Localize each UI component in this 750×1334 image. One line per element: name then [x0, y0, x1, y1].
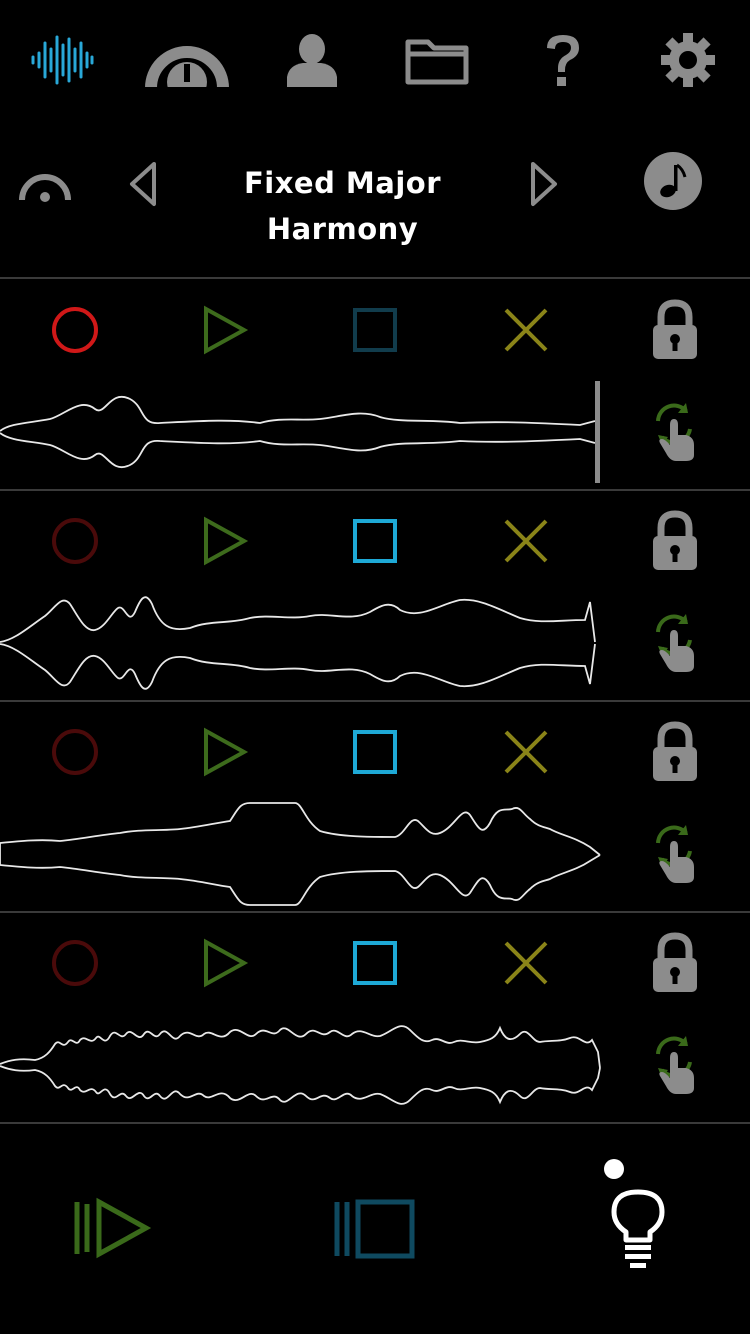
- play-icon: [204, 938, 249, 988]
- clear-button[interactable]: [486, 299, 566, 361]
- user-icon: [287, 34, 337, 87]
- stop-button[interactable]: [335, 510, 415, 572]
- clear-button[interactable]: [486, 510, 566, 572]
- track-1: [0, 279, 750, 489]
- play-button[interactable]: [185, 721, 265, 783]
- touch-rotate-icon: [656, 614, 694, 672]
- lightbulb-icon: [611, 1189, 665, 1268]
- music-note-button[interactable]: [643, 151, 703, 211]
- prev-preset-button[interactable]: [124, 160, 164, 210]
- stop-button[interactable]: [335, 721, 415, 783]
- lock-icon: [653, 299, 697, 359]
- touch-loop-button[interactable]: [648, 610, 704, 674]
- play-icon: [204, 727, 249, 777]
- waveform: [0, 1025, 601, 1105]
- waveform-button[interactable]: [17, 20, 107, 100]
- track-3: [0, 701, 750, 911]
- touch-loop-button[interactable]: [648, 1032, 704, 1096]
- lock-icon: [653, 932, 697, 992]
- waveform: [0, 802, 601, 906]
- touch-loop-button[interactable]: [648, 821, 704, 885]
- record-button[interactable]: [35, 510, 115, 572]
- metronome-icon: [19, 174, 71, 202]
- record-icon: [52, 729, 98, 775]
- stop-button[interactable]: [335, 299, 415, 361]
- track-4: [0, 912, 750, 1122]
- metronome-button[interactable]: [18, 164, 72, 204]
- stop-icon: [353, 941, 397, 985]
- play-button[interactable]: [185, 510, 265, 572]
- play-icon: [204, 305, 249, 355]
- lock-button[interactable]: [645, 721, 705, 785]
- record-button[interactable]: [35, 932, 115, 994]
- indicator-dot: [604, 1159, 624, 1179]
- waveform: [0, 381, 600, 483]
- waveform: [0, 596, 596, 690]
- clear-button[interactable]: [486, 932, 566, 994]
- settings-button[interactable]: [643, 20, 733, 100]
- lock-icon: [653, 510, 697, 570]
- close-icon: [504, 308, 548, 352]
- touch-loop-button[interactable]: [648, 399, 704, 463]
- music-note-icon: [644, 152, 702, 210]
- close-icon: [504, 730, 548, 774]
- next-preset-button[interactable]: [523, 160, 563, 210]
- stop-all-button[interactable]: [333, 1198, 417, 1260]
- top-toolbar: [0, 0, 750, 120]
- clear-button[interactable]: [486, 721, 566, 783]
- lock-button[interactable]: [645, 932, 705, 996]
- folder-button[interactable]: [392, 20, 482, 100]
- user-button[interactable]: [267, 20, 357, 100]
- waveform-icon: [31, 35, 94, 85]
- track-2: [0, 490, 750, 700]
- record-icon: [52, 307, 98, 353]
- close-icon: [504, 941, 548, 985]
- play-all-icon: [74, 1197, 152, 1259]
- touch-rotate-icon: [656, 1036, 694, 1094]
- record-icon: [52, 518, 98, 564]
- stop-icon: [353, 519, 397, 563]
- gear-icon: [661, 33, 715, 87]
- record-button[interactable]: [35, 299, 115, 361]
- gauge-button[interactable]: [142, 20, 232, 100]
- gauge-icon: [145, 46, 229, 90]
- record-icon: [52, 940, 98, 986]
- record-button[interactable]: [35, 721, 115, 783]
- stop-all-icon: [334, 1199, 415, 1259]
- stop-button[interactable]: [335, 932, 415, 994]
- help-icon: [547, 35, 579, 86]
- play-all-button[interactable]: [72, 1196, 152, 1260]
- folder-icon: [405, 39, 469, 85]
- help-button[interactable]: [518, 20, 608, 100]
- triangle-left-icon: [130, 162, 156, 206]
- close-icon: [504, 519, 548, 563]
- play-icon: [204, 516, 249, 566]
- touch-rotate-icon: [656, 825, 694, 883]
- preset-title: Fixed Major Harmony: [243, 166, 442, 246]
- lock-button[interactable]: [645, 510, 705, 574]
- lock-icon: [653, 721, 697, 781]
- bottom-bar: [0, 1124, 750, 1334]
- touch-rotate-icon: [656, 403, 694, 461]
- play-button[interactable]: [185, 299, 265, 361]
- lock-button[interactable]: [645, 299, 705, 363]
- lightbulb-button[interactable]: [610, 1188, 666, 1270]
- stop-icon: [353, 308, 397, 352]
- triangle-right-icon: [531, 162, 557, 206]
- stop-icon: [353, 730, 397, 774]
- play-button[interactable]: [185, 932, 265, 994]
